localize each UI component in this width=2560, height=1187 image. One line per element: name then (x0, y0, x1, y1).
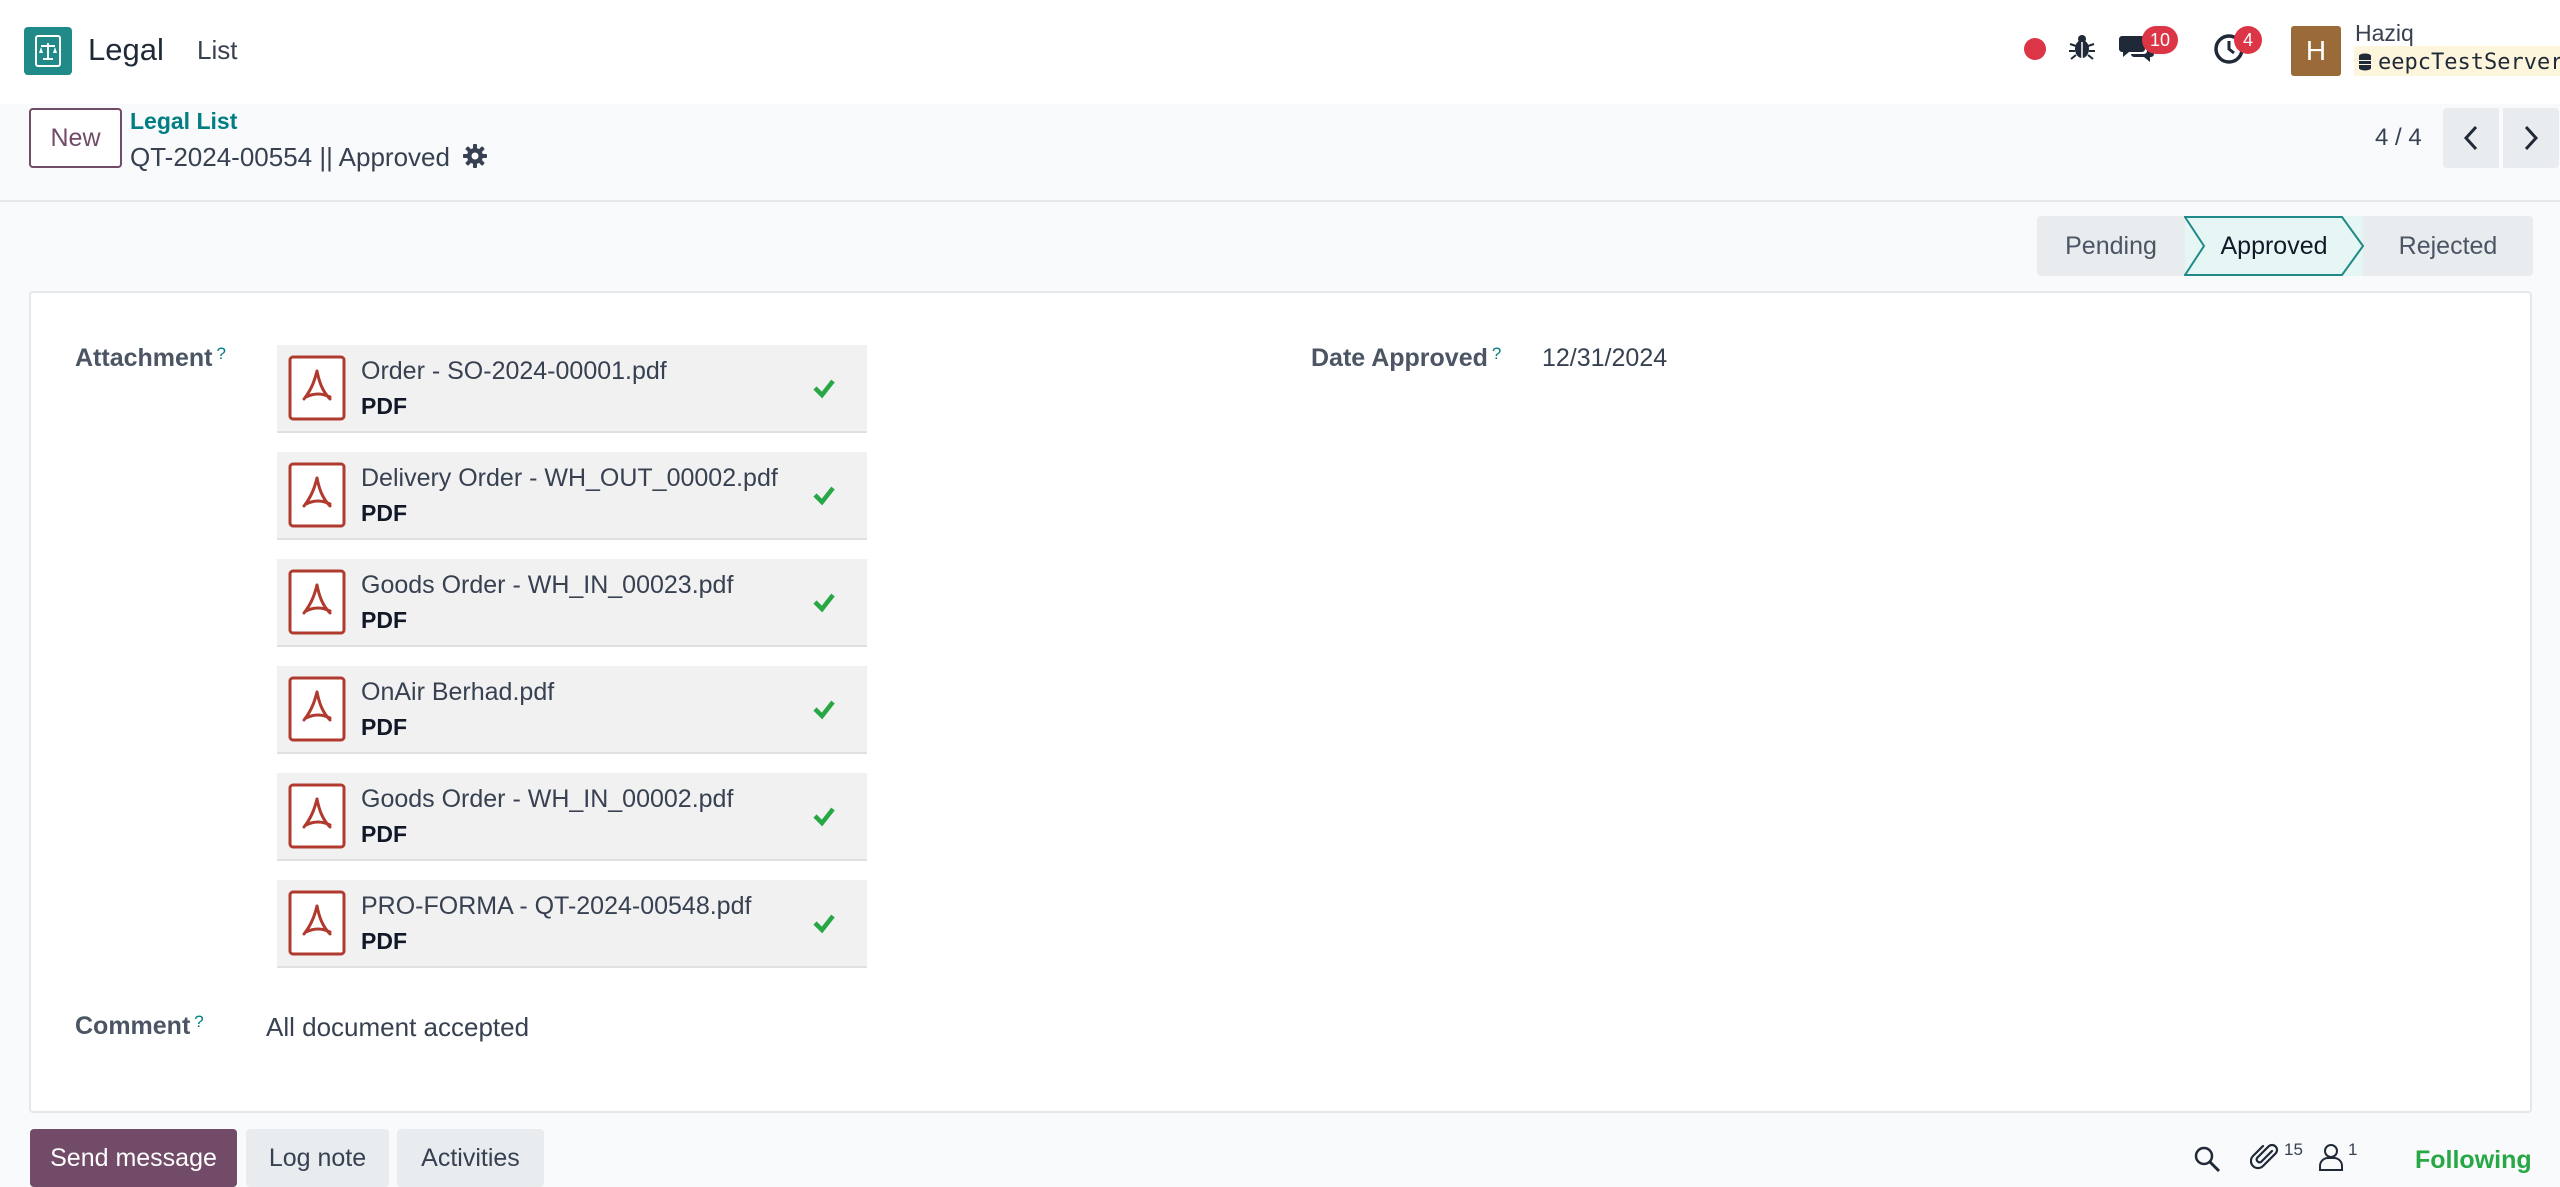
attachment-name: Goods Order - WH_IN_00023.pdf (361, 571, 734, 599)
activities-count-badge: 4 (2234, 26, 2262, 54)
attachment-name: Delivery Order - WH_OUT_00002.pdf (361, 464, 778, 492)
attachment-name: PRO-FORMA - QT-2024-00548.pdf (361, 892, 752, 920)
followers-user-icon[interactable] (2318, 1143, 2344, 1171)
pdf-file-icon (288, 569, 346, 635)
check-icon (813, 700, 835, 720)
scale-balance-icon (35, 35, 61, 67)
database-name: eepcTestServer (2354, 46, 2560, 76)
attachment-item[interactable]: Goods Order - WH_IN_00002.pdf PDF (277, 773, 867, 861)
breadcrumb-legal-list[interactable]: Legal List (130, 108, 237, 135)
pdf-file-icon (288, 355, 346, 421)
attachment-help-icon[interactable]: ? (217, 344, 226, 363)
menu-item-list[interactable]: List (197, 35, 237, 66)
attachment-item[interactable]: Goods Order - WH_IN_00023.pdf PDF (277, 559, 867, 647)
search-icon[interactable] (2193, 1145, 2221, 1173)
comment-help-icon[interactable]: ? (194, 1012, 203, 1031)
date-approved-label: Date Approved? (1311, 344, 1501, 373)
app-icon[interactable] (24, 27, 72, 75)
header-divider (0, 200, 2560, 202)
attachment-type: PDF (361, 393, 407, 419)
following-button[interactable]: Following (2415, 1146, 2532, 1175)
user-name[interactable]: Haziq (2355, 20, 2414, 47)
pager-value[interactable]: 4 / 4 (2375, 124, 2422, 152)
chevron-left-icon (2463, 125, 2478, 151)
attachment-type: PDF (361, 714, 407, 740)
pdf-file-icon (288, 890, 346, 956)
attachment-item[interactable]: Order - SO-2024-00001.pdf PDF (277, 345, 867, 433)
chevron-right-icon (2524, 125, 2539, 151)
database-label: eepcTestServer (2378, 49, 2560, 75)
send-message-button[interactable]: Send message (30, 1129, 237, 1187)
check-icon (813, 914, 835, 934)
check-icon (813, 379, 835, 399)
recording-indicator-icon[interactable] (2024, 38, 2046, 60)
attachment-name: Order - SO-2024-00001.pdf (361, 357, 667, 385)
app-name[interactable]: Legal (88, 32, 164, 68)
messages-count-badge: 10 (2142, 26, 2179, 54)
pdf-file-icon (288, 676, 346, 742)
activities-button[interactable]: Activities (397, 1129, 544, 1187)
attachment-label-text: Attachment (75, 344, 213, 372)
attachment-name: Goods Order - WH_IN_00002.pdf (361, 785, 734, 813)
date-approved-value[interactable]: 12/31/2024 (1542, 344, 1667, 373)
status-stage-pending[interactable]: Pending (2037, 216, 2185, 276)
attachment-item[interactable]: OnAir Berhad.pdf PDF (277, 666, 867, 754)
pdf-file-icon (288, 783, 346, 849)
check-icon (813, 593, 835, 613)
attachment-name: OnAir Berhad.pdf (361, 678, 555, 706)
attachment-label: Attachment? (75, 344, 226, 373)
record-title: QT-2024-00554 || Approved (130, 142, 450, 172)
debug-bug-icon[interactable] (2067, 32, 2097, 62)
comment-label: Comment? (75, 1012, 204, 1041)
status-stage-rejected[interactable]: Rejected (2363, 216, 2533, 276)
attachment-type: PDF (361, 607, 407, 633)
date-approved-label-text: Date Approved (1311, 344, 1488, 372)
comment-label-text: Comment (75, 1012, 191, 1040)
gear-icon[interactable] (462, 143, 488, 169)
user-avatar[interactable]: H (2291, 26, 2341, 76)
pager-next-button[interactable] (2503, 108, 2559, 168)
database-icon (2359, 53, 2371, 71)
paperclip-icon[interactable] (2250, 1141, 2280, 1173)
attachment-type: PDF (361, 928, 407, 954)
attachment-type: PDF (361, 500, 407, 526)
check-icon (813, 486, 835, 506)
pdf-file-icon (288, 462, 346, 528)
comment-value[interactable]: All document accepted (266, 1012, 529, 1043)
top-navbar (0, 0, 2560, 104)
log-note-button[interactable]: Log note (246, 1129, 389, 1187)
date-approved-help-icon[interactable]: ? (1492, 344, 1501, 363)
new-button[interactable]: New (29, 108, 122, 168)
attachment-count: 15 (2284, 1140, 2303, 1159)
status-stage-approved[interactable]: Approved (2185, 216, 2363, 276)
attachment-type: PDF (361, 821, 407, 847)
follower-count: 1 (2348, 1140, 2358, 1159)
attachment-item[interactable]: PRO-FORMA - QT-2024-00548.pdf PDF (277, 880, 867, 968)
attachment-item[interactable]: Delivery Order - WH_OUT_00002.pdf PDF (277, 452, 867, 540)
pager-previous-button[interactable] (2443, 108, 2499, 168)
check-icon (813, 807, 835, 827)
